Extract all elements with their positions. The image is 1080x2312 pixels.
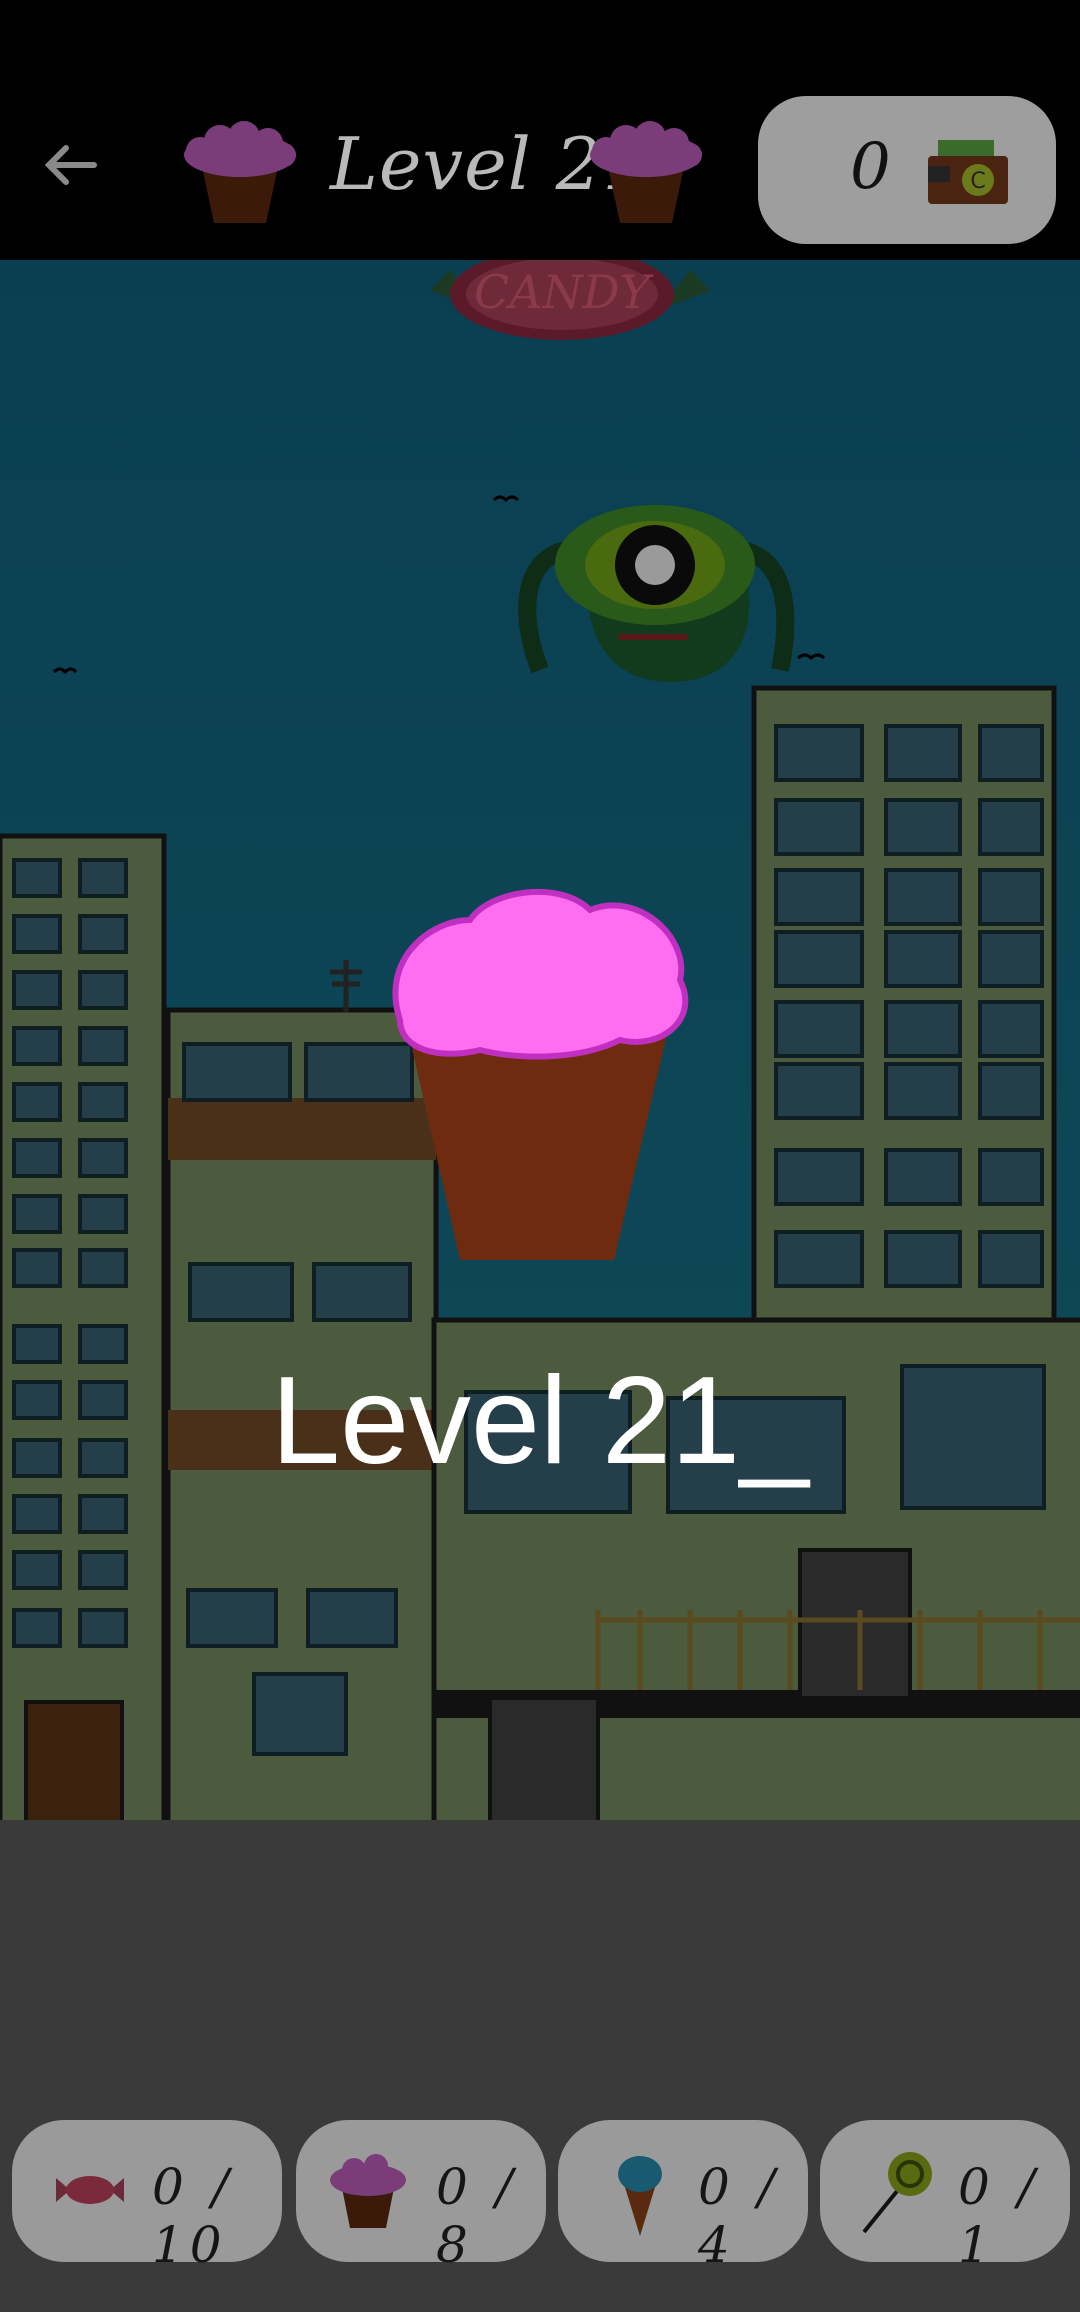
window — [978, 1000, 1044, 1058]
svg-text:C: C — [970, 169, 985, 194]
window — [306, 1588, 398, 1648]
window — [252, 1672, 348, 1756]
goal-lollipop: 0 / 1 — [820, 2120, 1070, 2274]
window — [774, 1230, 864, 1288]
window — [12, 1138, 62, 1178]
window — [884, 798, 962, 856]
window — [774, 1148, 864, 1206]
window — [12, 914, 62, 954]
goal-progress: 0 / 8 — [436, 2158, 519, 2274]
level-banner: Level 21_ — [271, 1352, 809, 1490]
candy-sign-text: CANDY — [474, 265, 655, 319]
top-bar: Level 21 0 C — [0, 0, 1080, 260]
window — [78, 1608, 128, 1648]
window — [78, 970, 128, 1010]
cupcake-icon — [330, 2154, 406, 2228]
arrow-left-icon[interactable] — [36, 130, 106, 200]
coin-count: 0 — [850, 130, 891, 204]
window — [188, 1262, 294, 1322]
window — [978, 868, 1044, 926]
window — [12, 1550, 62, 1590]
window — [186, 1588, 278, 1648]
window — [978, 724, 1044, 782]
window — [978, 1062, 1044, 1120]
window — [774, 798, 864, 856]
window — [978, 930, 1044, 988]
goal-progress: 0 / 1 — [958, 2158, 1041, 2274]
goal-progress: 0 / 4 — [698, 2158, 781, 2274]
window — [774, 1000, 864, 1058]
wallet-icon: C — [928, 140, 1008, 204]
window — [884, 1230, 962, 1288]
window — [304, 1042, 414, 1102]
window — [884, 930, 962, 988]
window — [78, 1550, 128, 1590]
coin-counter: 0 C — [758, 96, 1056, 244]
window — [12, 1494, 62, 1534]
window — [78, 1248, 128, 1288]
goal-cupcake: 0 / 8 — [296, 2120, 546, 2274]
window — [774, 868, 864, 926]
window — [774, 1062, 864, 1120]
goal-candy: 0 / 10 — [12, 2120, 282, 2274]
window — [884, 1000, 962, 1058]
window — [884, 1062, 962, 1120]
window — [12, 858, 62, 898]
window — [978, 1148, 1044, 1206]
window — [12, 1248, 62, 1288]
cupcake-icon — [184, 121, 296, 223]
window — [884, 724, 962, 782]
window — [978, 1230, 1044, 1288]
window — [78, 1494, 128, 1534]
goal-ice-cream: 0 / 4 — [558, 2120, 808, 2274]
game-scene[interactable]: CANDY — [0, 260, 1080, 1820]
window — [78, 1138, 128, 1178]
lollipop-icon — [862, 2152, 932, 2234]
wrapped-candy-icon — [56, 2176, 124, 2204]
goal-progress: 0 / 10 — [152, 2158, 235, 2274]
door — [24, 1700, 124, 1820]
window — [774, 724, 864, 782]
window — [12, 1026, 62, 1066]
window — [182, 1042, 292, 1102]
window — [12, 1082, 62, 1122]
window — [78, 1194, 128, 1234]
window — [78, 1026, 128, 1066]
window — [312, 1262, 412, 1322]
window — [12, 1608, 62, 1648]
window — [78, 1082, 128, 1122]
window — [12, 970, 62, 1010]
window — [78, 858, 128, 898]
ice-cream-cone-icon — [618, 2156, 662, 2236]
window — [884, 868, 962, 926]
window — [978, 798, 1044, 856]
window — [12, 1194, 62, 1234]
cupcake-icon — [590, 121, 702, 223]
window — [78, 914, 128, 954]
window — [774, 930, 864, 988]
window — [884, 1148, 962, 1206]
